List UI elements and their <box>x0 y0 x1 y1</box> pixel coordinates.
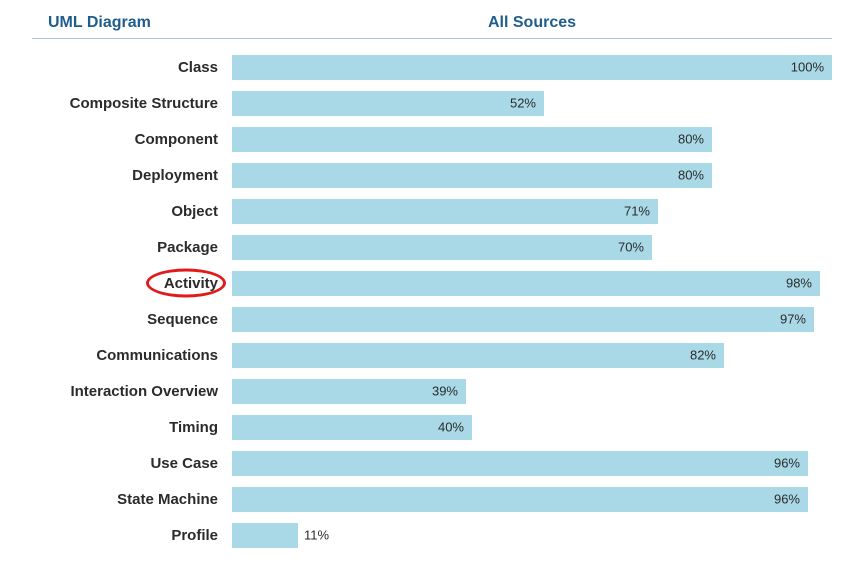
category-label: Package <box>32 239 232 256</box>
bar-value-label: 98% <box>786 276 812 291</box>
bar-track: 80% <box>232 127 832 152</box>
bar-track: 97% <box>232 307 832 332</box>
bar: 96% <box>232 451 808 476</box>
category-label: Class <box>32 59 232 76</box>
bar-value-label: 82% <box>690 348 716 363</box>
bar-value-label: 52% <box>510 96 536 111</box>
category-label: Interaction Overview <box>32 383 232 400</box>
highlight-ellipse-icon <box>146 269 226 298</box>
chart-row: Timing 40% <box>32 409 832 445</box>
category-label: Activity <box>32 275 232 292</box>
chart-row: Composite Structure 52% <box>32 85 832 121</box>
axis-label-x: All Sources <box>232 14 832 32</box>
chart-rows: Class 100% Composite Structure 52% Component… <box>32 49 832 553</box>
axis-label-y: UML Diagram <box>32 14 232 32</box>
bar-value-label: 70% <box>618 240 644 255</box>
bar-chart: UML Diagram All Sources Class 100% Composi… <box>32 14 832 553</box>
bar-value-label: 97% <box>780 312 806 327</box>
category-label: Timing <box>32 419 232 436</box>
bar: 70% <box>232 235 652 260</box>
bar-track: 39% <box>232 379 832 404</box>
chart-header: UML Diagram All Sources <box>32 14 832 39</box>
chart-row: Activity 98% <box>32 265 832 301</box>
bar: 11% <box>232 523 298 548</box>
chart-row: Interaction Overview 39% <box>32 373 832 409</box>
bar: 97% <box>232 307 814 332</box>
bar-track: 96% <box>232 451 832 476</box>
bar-value-label: 11% <box>304 528 329 543</box>
chart-row: Use Case 96% <box>32 445 832 481</box>
chart-row: Communications 82% <box>32 337 832 373</box>
bar: 98% <box>232 271 820 296</box>
bar: 40% <box>232 415 472 440</box>
chart-row: Package 70% <box>32 229 832 265</box>
category-label: Profile <box>32 527 232 544</box>
bar-track: 40% <box>232 415 832 440</box>
bar-track: 71% <box>232 199 832 224</box>
bar: 96% <box>232 487 808 512</box>
bar-value-label: 71% <box>624 204 650 219</box>
category-label: Composite Structure <box>32 95 232 112</box>
bar: 71% <box>232 199 658 224</box>
category-label: Sequence <box>32 311 232 328</box>
bar: 82% <box>232 343 724 368</box>
chart-row: Deployment 80% <box>32 157 832 193</box>
bar-value-label: 96% <box>774 456 800 471</box>
chart-row: Profile11% <box>32 517 832 553</box>
bar: 39% <box>232 379 466 404</box>
bar-track: 96% <box>232 487 832 512</box>
category-label: Communications <box>32 347 232 364</box>
chart-row: Component 80% <box>32 121 832 157</box>
bar-value-label: 80% <box>678 168 704 183</box>
chart-row: Object 71% <box>32 193 832 229</box>
bar: 80% <box>232 163 712 188</box>
bar: 80% <box>232 127 712 152</box>
category-label: Deployment <box>32 167 232 184</box>
bar-track: 100% <box>232 55 832 80</box>
chart-row: Class 100% <box>32 49 832 85</box>
bar-value-label: 100% <box>791 60 824 75</box>
bar-track: 11% <box>232 523 832 548</box>
bar-track: 82% <box>232 343 832 368</box>
bar: 52% <box>232 91 544 116</box>
bar-track: 80% <box>232 163 832 188</box>
bar-track: 70% <box>232 235 832 260</box>
bar-value-label: 80% <box>678 132 704 147</box>
category-label: Use Case <box>32 455 232 472</box>
bar-track: 98% <box>232 271 832 296</box>
bar-value-label: 39% <box>432 384 458 399</box>
bar-track: 52% <box>232 91 832 116</box>
bar-value-label: 96% <box>774 492 800 507</box>
category-label: State Machine <box>32 491 232 508</box>
category-label: Object <box>32 203 232 220</box>
chart-row: Sequence 97% <box>32 301 832 337</box>
bar: 100% <box>232 55 832 80</box>
bar-value-label: 40% <box>438 420 464 435</box>
category-label: Component <box>32 131 232 148</box>
chart-row: State Machine 96% <box>32 481 832 517</box>
